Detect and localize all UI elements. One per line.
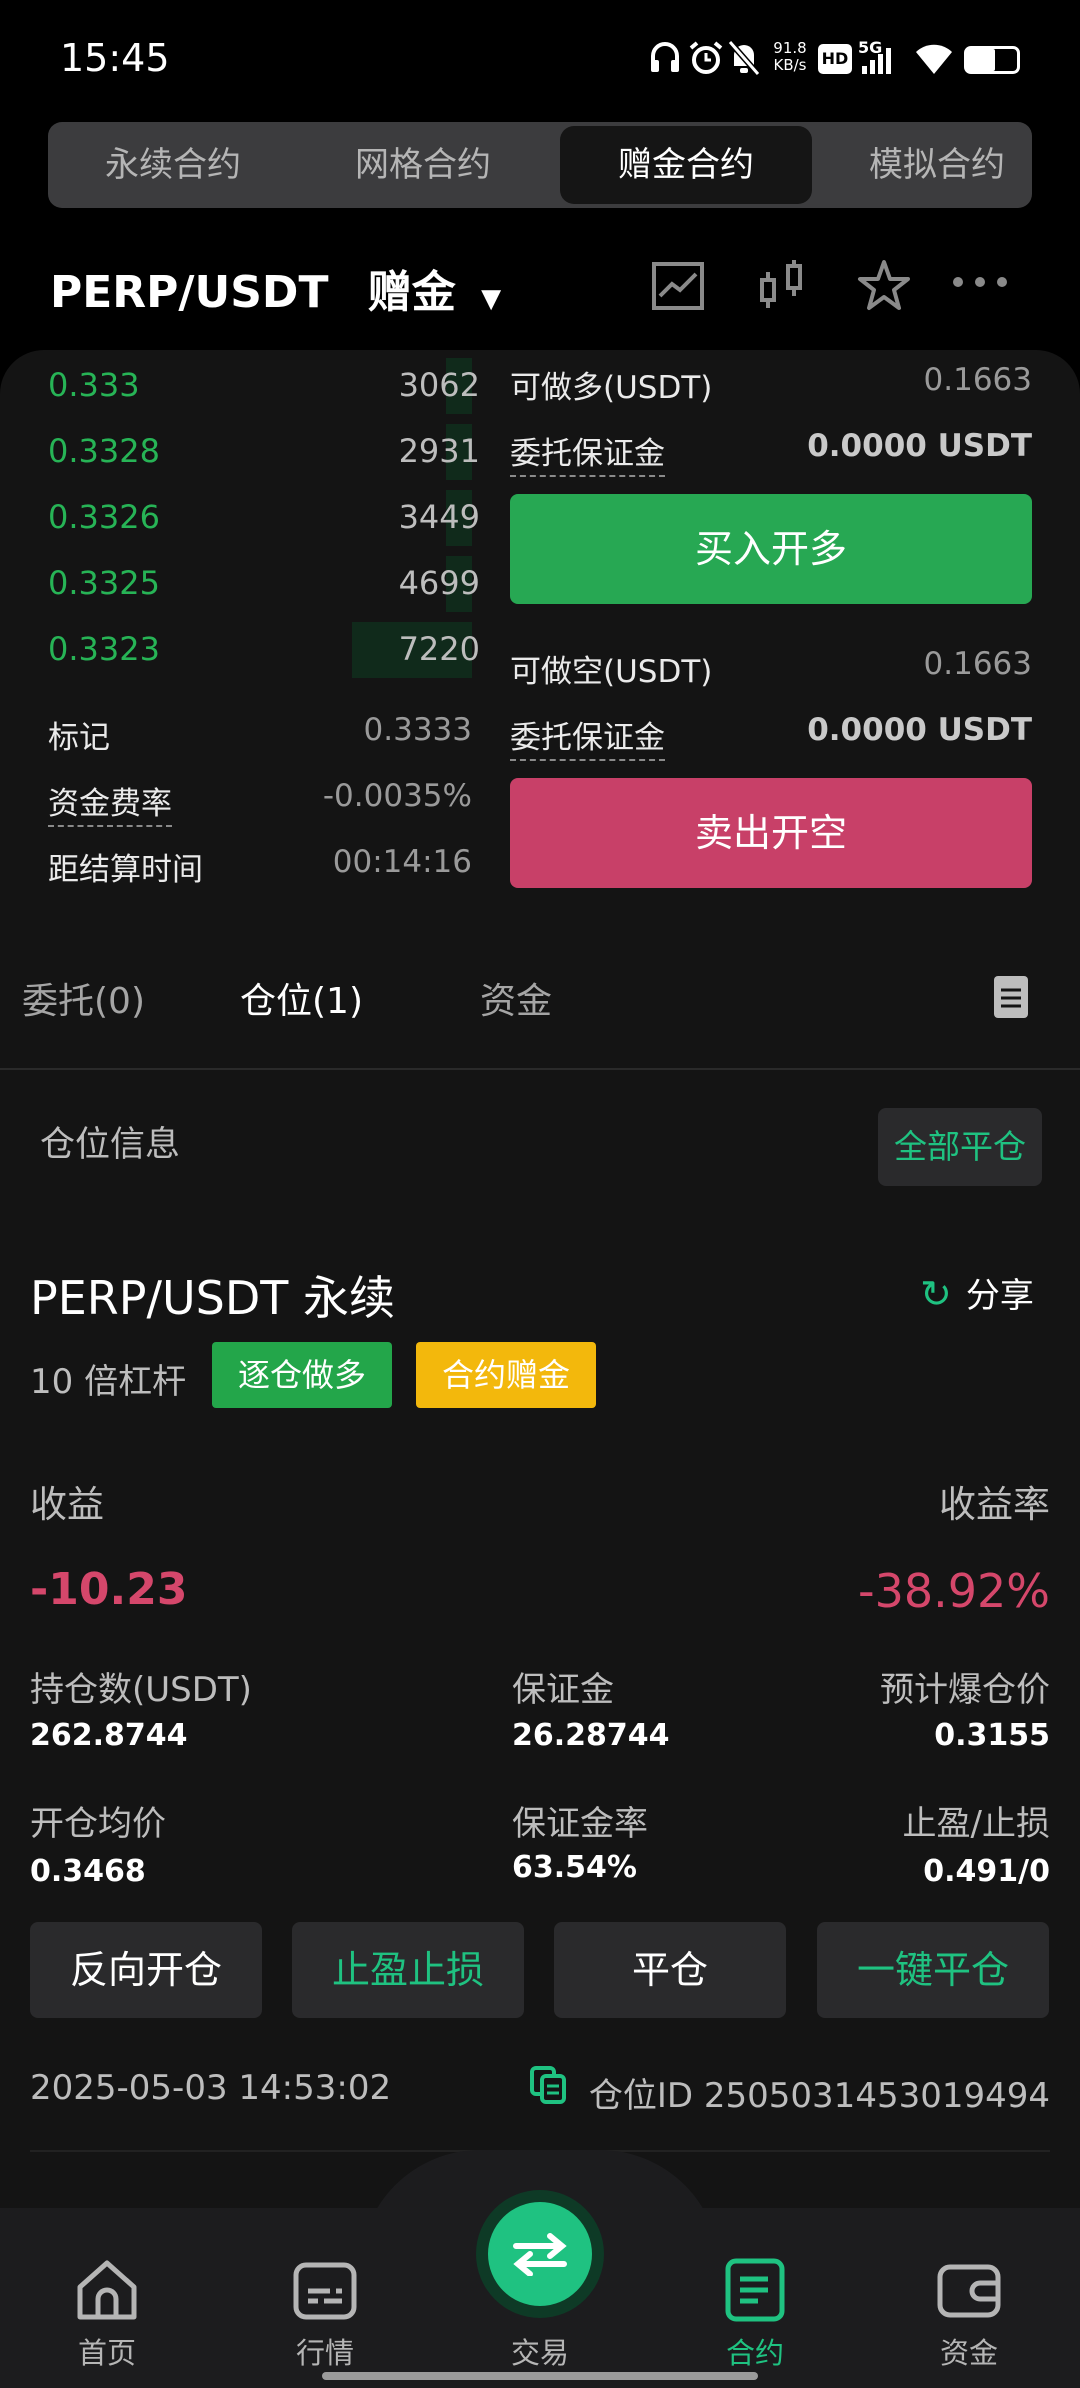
- position-time: 2025-05-03 14:53:02: [30, 2068, 392, 2108]
- contract-icon[interactable]: [720, 2255, 790, 2325]
- mark-price-value: 0.3333: [363, 712, 472, 748]
- close-all-button[interactable]: 全部平仓: [878, 1108, 1042, 1186]
- long-margin-label[interactable]: 委托保证金: [510, 428, 665, 477]
- tab-orders[interactable]: 委托(0): [22, 972, 145, 1024]
- tab-grid[interactable]: 网格合约: [298, 122, 548, 208]
- position-size-value: 262.8744: [30, 1718, 188, 1753]
- wifi-icon: [916, 44, 952, 74]
- roe-label: 收益率: [939, 1483, 1050, 1526]
- nav-market[interactable]: 行情: [255, 2330, 395, 2372]
- divider: [0, 1068, 1080, 1070]
- short-margin-label[interactable]: 委托保证金: [510, 712, 665, 761]
- funding-rate-label[interactable]: 资金费率: [48, 778, 172, 827]
- available-short-label: 可做空(USDT): [510, 654, 713, 690]
- refresh-share-icon: ↻: [920, 1272, 952, 1316]
- tab-perpetual[interactable]: 永续合约: [48, 122, 298, 208]
- home-icon[interactable]: [72, 2255, 142, 2325]
- home-indicator: [322, 2372, 758, 2380]
- more-icon[interactable]: [950, 256, 1010, 316]
- tab-funds[interactable]: 资金: [480, 972, 552, 1024]
- position-size-label: 持仓数(USDT): [30, 1670, 252, 1710]
- market-icon[interactable]: [290, 2255, 360, 2325]
- one-click-close-button[interactable]: 一键平仓: [817, 1922, 1049, 2018]
- buy-long-button[interactable]: 买入开多: [510, 494, 1032, 604]
- roe-value: -38.92%: [858, 1564, 1050, 1618]
- nav-home[interactable]: 首页: [37, 2330, 177, 2372]
- isolated-long-badge: 逐仓做多: [212, 1342, 392, 1408]
- leverage-label: 10 倍杠杆: [30, 1362, 187, 1402]
- order-book-qty: 2931: [398, 432, 480, 470]
- reverse-position-button[interactable]: 反向开仓: [30, 1922, 262, 2018]
- contract-type-tabs: 永续合约 网格合约 赠金合约 模拟合约: [48, 122, 1032, 208]
- nav-trade[interactable]: 交易: [470, 2330, 610, 2372]
- available-long-label: 可做多(USDT): [510, 370, 713, 406]
- document-icon[interactable]: [994, 976, 1028, 1018]
- pair-tag: 赠金: [367, 267, 456, 318]
- pair-symbol: PERP/USDT: [50, 267, 329, 318]
- order-book-price[interactable]: 0.3325: [48, 564, 160, 602]
- headphones-icon: [651, 42, 679, 72]
- trade-button[interactable]: [488, 2202, 592, 2306]
- position-title: PERP/USDT 永续: [30, 1271, 396, 1325]
- net-speed: 91.8 KB/s: [773, 39, 807, 74]
- tpsl-value: 0.491/0: [923, 1854, 1050, 1889]
- long-margin-value: 0.0000 USDT: [807, 428, 1032, 464]
- alarm-icon: [689, 41, 723, 74]
- star-icon[interactable]: [854, 256, 914, 316]
- nav-funds[interactable]: 资金: [899, 2330, 1039, 2372]
- pair-selector[interactable]: PERP/USDT 赠金 ▼: [50, 256, 501, 320]
- pnl-label: 收益: [30, 1483, 104, 1526]
- liquidation-price-label: 预计爆仓价: [880, 1670, 1050, 1710]
- hd-badge: HD: [818, 44, 852, 74]
- funding-rate-value: -0.0035%: [322, 778, 472, 814]
- mute-bell-icon: [728, 40, 760, 76]
- share-button[interactable]: ↻ 分享: [920, 1268, 1034, 1317]
- battery-icon: [964, 46, 1020, 74]
- short-margin-value: 0.0000 USDT: [807, 712, 1032, 748]
- margin-label: 保证金: [512, 1670, 614, 1710]
- mark-price-label: 标记: [48, 720, 110, 756]
- status-time: 15:45: [60, 36, 170, 80]
- order-book-qty: 3062: [398, 366, 480, 404]
- tab-demo[interactable]: 模拟合约: [812, 122, 1032, 208]
- entry-price-value: 0.3468: [30, 1854, 146, 1889]
- dropdown-triangle-icon: ▼: [481, 284, 502, 314]
- order-book-price[interactable]: 0.3326: [48, 498, 160, 536]
- pnl-value: -10.23: [30, 1564, 188, 1615]
- order-book-price[interactable]: 0.3323: [48, 630, 160, 668]
- position-info-title: 仓位信息: [40, 1125, 181, 1165]
- swap-arrows-icon: [513, 2233, 567, 2277]
- order-book-qty: 4699: [398, 564, 480, 602]
- order-book-price[interactable]: 0.3328: [48, 432, 160, 470]
- margin-ratio-value: 63.54%: [512, 1850, 637, 1885]
- sell-short-button[interactable]: 卖出开空: [510, 778, 1032, 888]
- order-book-price[interactable]: 0.333: [48, 366, 140, 404]
- tpsl-label: 止盈/止损: [902, 1804, 1050, 1844]
- chart-line-icon[interactable]: [648, 256, 708, 316]
- close-position-button[interactable]: 平仓: [554, 1922, 786, 2018]
- wallet-icon[interactable]: [934, 2255, 1004, 2325]
- settlement-countdown: 00:14:16: [332, 844, 472, 880]
- margin-value: 26.28744: [512, 1718, 670, 1753]
- margin-ratio-label: 保证金率: [512, 1804, 648, 1844]
- nav-contract[interactable]: 合约: [685, 2330, 825, 2372]
- available-short-value: 0.1663: [923, 646, 1032, 682]
- tab-bonus[interactable]: 赠金合约: [560, 126, 812, 204]
- available-long-value: 0.1663: [923, 362, 1032, 398]
- settlement-label: 距结算时间: [48, 852, 203, 888]
- candlestick-icon[interactable]: [752, 256, 812, 316]
- signal-icon: [862, 48, 891, 74]
- tpsl-button[interactable]: 止盈止损: [292, 1922, 524, 2018]
- copy-icon[interactable]: [528, 2064, 568, 2106]
- bonus-badge: 合约赠金: [416, 1342, 596, 1408]
- liquidation-price-value: 0.3155: [934, 1718, 1050, 1753]
- order-book-qty: 7220: [398, 630, 480, 668]
- tab-positions[interactable]: 仓位(1): [240, 972, 363, 1024]
- position-id: 仓位ID 2505031453019494: [588, 2076, 1050, 2116]
- order-book-qty: 3449: [398, 498, 480, 536]
- share-label: 分享: [965, 1276, 1034, 1316]
- entry-price-label: 开仓均价: [30, 1804, 166, 1844]
